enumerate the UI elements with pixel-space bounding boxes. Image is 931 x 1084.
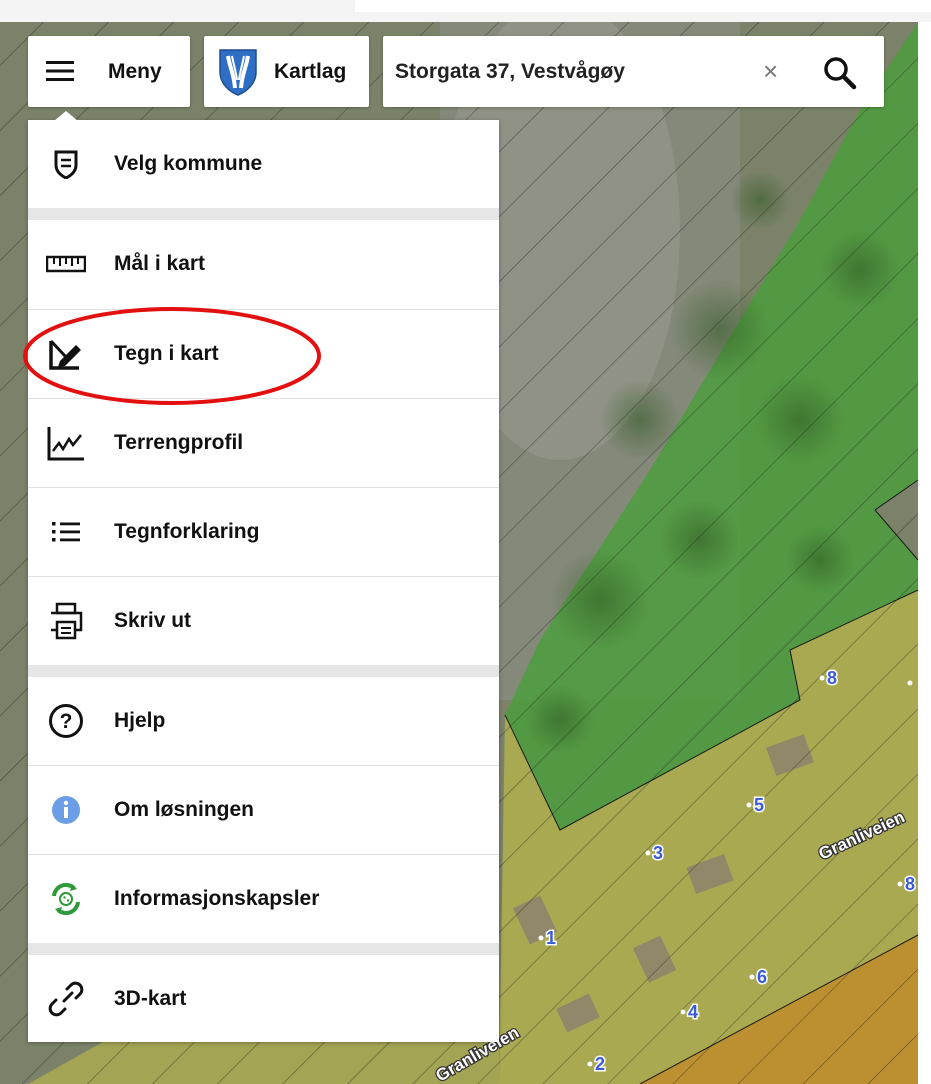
menu-item-label: Tegn i kart — [114, 342, 219, 365]
map-right-edge — [918, 22, 931, 1084]
menu-item-velg-kommune[interactable]: Velg kommune — [28, 120, 499, 208]
menu-separator — [28, 665, 499, 677]
menu-item-label: Informasjonskapsler — [114, 887, 320, 910]
link-icon — [46, 979, 86, 1019]
address-number-3: 3 — [653, 843, 663, 863]
address-number-1: 1 — [546, 928, 556, 948]
address-number-5: 5 — [754, 795, 764, 815]
menu-item-om-losningen[interactable]: Om løsningen — [28, 766, 499, 854]
menu-item-informasjonskapsler[interactable]: Informasjonskapsler — [28, 855, 499, 943]
menu-item-mal-i-kart[interactable]: Mål i kart — [28, 220, 499, 308]
layers-button[interactable]: Kartlag — [204, 36, 369, 107]
printer-icon — [46, 601, 86, 641]
menu-item-label: Skriv ut — [114, 609, 192, 632]
menu-item-hjelp[interactable]: ? Hjelp — [28, 677, 499, 765]
layers-button-label: Kartlag — [274, 59, 347, 83]
menu-item-terrengprofil[interactable]: Terrengprofil — [28, 399, 499, 487]
menu-item-label: Hjelp — [114, 709, 166, 732]
top-strip — [0, 0, 931, 22]
menu-button[interactable]: Meny — [28, 36, 190, 107]
menu-item-label: Mål i kart — [114, 252, 206, 275]
menu-button-label: Meny — [108, 59, 162, 83]
clear-search-icon[interactable]: × — [763, 56, 778, 87]
address-number-4: 4 — [688, 1002, 698, 1022]
menu-item-label: 3D-kart — [114, 987, 187, 1010]
legend-list-icon — [46, 512, 86, 552]
menu-item-3d-kart[interactable]: 3D-kart — [28, 955, 499, 1043]
main-menu-panel: Velg kommune Mål i kart Tegn i kart Terr… — [28, 111, 499, 1043]
menu-item-label: Velg kommune — [114, 152, 263, 175]
menu-separator — [28, 208, 499, 220]
svg-text:?: ? — [60, 710, 73, 733]
menu-item-skriv-ut[interactable]: Skriv ut — [28, 577, 499, 665]
search-box[interactable]: Storgata 37, Vestvågøy × — [383, 36, 884, 107]
menu-item-tegn-i-kart[interactable]: Tegn i kart — [28, 310, 499, 398]
address-number-8b: 8 — [905, 874, 915, 894]
address-number-6: 6 — [757, 967, 767, 987]
menu-separator — [28, 943, 499, 955]
search-input[interactable]: Storgata 37, Vestvågøy — [395, 60, 625, 84]
terrain-profile-icon — [46, 423, 86, 463]
cookie-consent-icon — [46, 879, 86, 919]
help-icon: ? — [46, 701, 86, 741]
menu-item-tegnforklaring[interactable]: Tegnforklaring — [28, 488, 499, 576]
hamburger-icon — [46, 60, 74, 82]
menu-item-label: Terrengprofil — [114, 431, 244, 454]
menu-item-label: Om løsningen — [114, 798, 255, 821]
search-icon[interactable] — [823, 56, 857, 90]
menu-item-label: Tegnforklaring — [114, 520, 260, 543]
draw-icon — [46, 334, 86, 374]
ruler-icon — [46, 244, 86, 284]
municipality-shield-icon — [218, 48, 258, 96]
address-number-8: 8 — [827, 668, 837, 688]
municipality-icon — [46, 144, 86, 184]
address-number-2: 2 — [595, 1054, 605, 1074]
info-icon — [46, 790, 86, 830]
